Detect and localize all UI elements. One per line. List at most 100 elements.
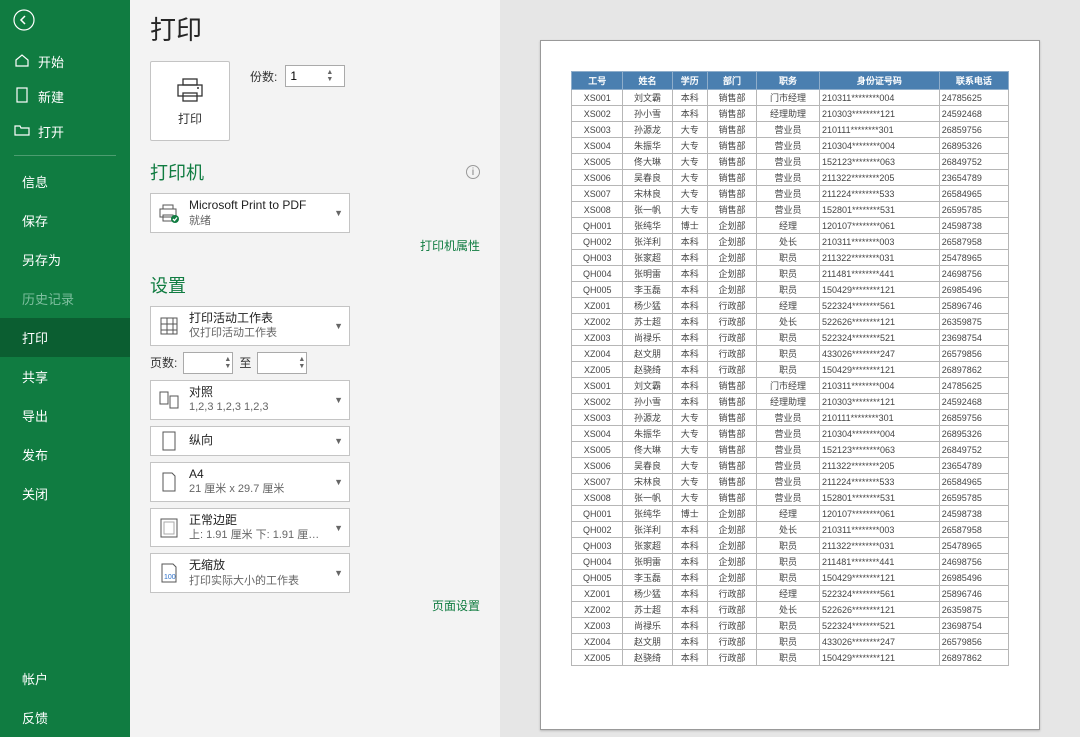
table-row: XS007宋林良大专销售部营业员211224********5332658496… [572,474,1009,490]
printer-dropdown[interactable]: Microsoft Print to PDF 就绪 ▼ [150,193,350,233]
sidebar-item-open[interactable]: 打开 [0,114,130,149]
sheet-icon [157,316,181,336]
new-icon [14,87,30,106]
table-header: 姓名 [623,72,672,90]
table-row: XZ005赵骁绮本科行政部职员150429********12126897862 [572,650,1009,666]
open-icon [14,122,30,141]
print-what-dropdown[interactable]: 打印活动工作表仅打印活动工作表 ▼ [150,306,350,346]
settings-heading: 设置 [150,272,186,298]
printer-status-icon [157,203,181,223]
table-row: XS008张一帆大专销售部营业员152801********5312659578… [572,490,1009,506]
print-button-label: 打印 [178,110,202,127]
table-row: QH005李玉磊本科企划部职员150429********12126985496 [572,570,1009,586]
table-row: XS001刘文霸本科销售部门市经理210311********004247856… [572,378,1009,394]
portrait-icon [157,431,181,451]
table-header: 职务 [757,72,820,90]
table-header: 联系电话 [939,72,1008,90]
info-icon[interactable]: i [466,165,480,179]
back-button[interactable] [4,0,44,40]
table-row: XS002孙小雪本科销售部经理助理210303********121245924… [572,106,1009,122]
print-button[interactable]: 打印 [150,61,230,141]
table-row: QH002张洋利本科企划部处长210311********00326587958 [572,522,1009,538]
sidebar-item[interactable]: 保存 [0,201,130,240]
printer-icon [174,76,206,104]
table-row: XZ004赵文朋本科行政部职员433026********24726579856 [572,634,1009,650]
printer-properties-link[interactable]: 打印机属性 [420,239,480,253]
table-row: XS005佟大琳大专销售部营业员152123********0632684975… [572,442,1009,458]
table-row: QH001张纯华博士企划部经理120107********06124598738 [572,506,1009,522]
table-row: XS005佟大琳大专销售部营业员152123********0632684975… [572,154,1009,170]
chevron-down-icon: ▼ [334,208,343,218]
preview-table: 工号姓名学历部门职务身份证号码联系电话 XS001刘文霸本科销售部门市经理210… [571,71,1009,666]
table-row: QH004张明雷本科企划部职员211481********44124698756 [572,554,1009,570]
table-header: 学历 [672,72,707,90]
copies-label: 份数: [250,68,277,85]
table-row: XZ003尚禄乐本科行政部职员522324********52123698754 [572,330,1009,346]
table-row: QH002张洋利本科企划部处长210311********00326587958 [572,234,1009,250]
table-header: 工号 [572,72,623,90]
scale-icon: 100 [157,563,181,583]
table-row: XS003孙源龙大专销售部营业员210111********3012685975… [572,410,1009,426]
table-row: XZ005赵骁绮本科行政部职员150429********12126897862 [572,362,1009,378]
table-header: 身份证号码 [819,72,939,90]
page-icon [157,472,181,492]
table-row: XZ004赵文朋本科行政部职员433026********24726579856 [572,346,1009,362]
table-row: XS007宋林良大专销售部营业员211224********5332658496… [572,186,1009,202]
sidebar-separator [14,155,116,156]
sidebar-item[interactable]: 信息 [0,162,130,201]
sidebar-item[interactable]: 导出 [0,396,130,435]
sidebar-item-new[interactable]: 新建 [0,79,130,114]
table-row: QH001张纯华博士企划部经理120107********06124598738 [572,218,1009,234]
sidebar-item[interactable]: 共享 [0,357,130,396]
pages-label: 页数: [150,354,177,371]
table-row: XS002孙小雪本科销售部经理助理210303********121245924… [572,394,1009,410]
table-row: XS001刘文霸本科销售部门市经理210311********004247856… [572,90,1009,106]
copies-input[interactable] [286,69,326,83]
printer-status: 就绪 [189,214,326,228]
print-preview-area: 工号姓名学历部门职务身份证号码联系电话 XS001刘文霸本科销售部门市经理210… [500,0,1080,737]
margins-icon [157,518,181,538]
table-row: QH003张家超本科企划部职员211322********03125478965 [572,250,1009,266]
scaling-dropdown[interactable]: 100 无缩放打印实际大小的工作表 ▼ [150,553,350,593]
collate-icon [157,391,181,409]
sidebar-item[interactable]: 另存为 [0,240,130,279]
margins-dropdown[interactable]: 正常边距上: 1.91 厘米 下: 1.91 厘… ▼ [150,508,350,548]
sidebar-item[interactable]: 发布 [0,435,130,474]
svg-text:100: 100 [164,574,176,581]
table-row: QH003张家超本科企划部职员211322********03125478965 [572,538,1009,554]
table-row: XS004朱振华大专销售部营业员210304********0042689532… [572,138,1009,154]
table-header: 部门 [707,72,756,90]
collate-dropdown[interactable]: 对照1,2,3 1,2,3 1,2,3 ▼ [150,380,350,420]
page-to-spinner[interactable]: ▲▼ [257,352,307,374]
table-row: QH004张明雷本科企划部职员211481********44124698756 [572,266,1009,282]
sidebar-footer-item[interactable]: 反馈 [0,698,130,737]
sidebar-item-home[interactable]: 开始 [0,44,130,79]
table-row: XZ002苏士超本科行政部处长522626********12126359875 [572,314,1009,330]
backstage-sidebar: 开始新建打开 信息保存另存为历史记录打印共享导出发布关闭 帐户反馈 [0,0,130,737]
table-row: XZ001杨少猛本科行政部经理522324********56125896746 [572,586,1009,602]
table-row: XZ002苏士超本科行政部处长522626********12126359875 [572,602,1009,618]
table-row: XS008张一帆大专销售部营业员152801********5312659578… [572,202,1009,218]
sidebar-item: 历史记录 [0,279,130,318]
print-panel: 打印 打印 份数: ▲▼ 打印机 i Microsoft Pri [130,0,500,737]
home-icon [14,52,30,71]
table-row: XZ003尚禄乐本科行政部职员522324********52123698754 [572,618,1009,634]
table-row: QH005李玉磊本科企划部职员150429********12126985496 [572,282,1009,298]
printer-heading: 打印机 [150,159,204,185]
preview-page: 工号姓名学历部门职务身份证号码联系电话 XS001刘文霸本科销售部门市经理210… [540,40,1040,730]
page-from-spinner[interactable]: ▲▼ [183,352,233,374]
table-row: XZ001杨少猛本科行政部经理522324********56125896746 [572,298,1009,314]
table-row: XS004朱振华大专销售部营业员210304********0042689532… [572,426,1009,442]
pages-to-label: 至 [239,354,251,371]
page-title: 打印 [150,0,480,61]
table-row: XS003孙源龙大专销售部营业员210111********3012685975… [572,122,1009,138]
page-setup-link[interactable]: 页面设置 [432,599,480,613]
sidebar-item[interactable]: 关闭 [0,474,130,513]
paper-size-dropdown[interactable]: A421 厘米 x 29.7 厘米 ▼ [150,462,350,502]
orientation-dropdown[interactable]: 纵向 ▼ [150,426,350,456]
sidebar-footer-item[interactable]: 帐户 [0,659,130,698]
sidebar-item[interactable]: 打印 [0,318,130,357]
table-row: XS006吴春良大专销售部营业员211322********2052365478… [572,170,1009,186]
copies-spinner[interactable]: ▲▼ [285,65,345,87]
printer-name: Microsoft Print to PDF [189,198,326,214]
